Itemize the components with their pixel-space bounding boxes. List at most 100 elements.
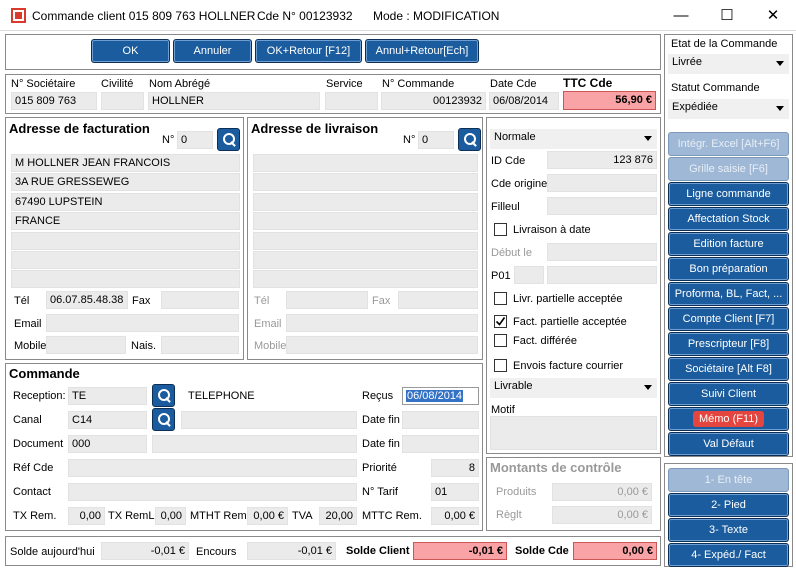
filleul-field[interactable]	[547, 197, 657, 215]
billing-address-line[interactable]: M HOLLNER JEAN FRANCOIS	[11, 154, 240, 172]
edition-facture-button[interactable]: Edition facture	[668, 232, 789, 256]
delivery-address-line[interactable]	[253, 251, 478, 269]
service-field[interactable]	[325, 92, 378, 110]
minimize-icon[interactable]: —	[658, 0, 704, 31]
origine-field[interactable]	[547, 174, 657, 192]
factpart-checkbox[interactable]	[494, 315, 507, 328]
contact-field[interactable]	[68, 483, 357, 501]
priorite-field[interactable]: 8	[431, 459, 479, 477]
billing-address-line[interactable]	[11, 270, 240, 289]
close-icon[interactable]: ✕	[750, 0, 796, 31]
statut-dropdown[interactable]: Expédiée	[668, 99, 789, 119]
document-field[interactable]: 000	[68, 435, 147, 453]
nom-field[interactable]: HOLLNER	[148, 92, 320, 110]
delivery-address-line[interactable]	[253, 270, 478, 289]
livrable-dropdown[interactable]: Livrable	[490, 378, 657, 398]
prescripteur-button[interactable]: Prescripteur [F8]	[668, 332, 789, 356]
delivery-address-line[interactable]	[253, 192, 478, 211]
billing-fax-field[interactable]	[161, 291, 239, 309]
cancel-return-button[interactable]: Annul+Retour[Ech]	[365, 39, 479, 63]
delivery-address-line[interactable]	[253, 231, 478, 250]
type-value: Normale	[494, 131, 536, 143]
tarif-field[interactable]: 01	[431, 483, 479, 501]
civilite-field[interactable]	[101, 92, 144, 110]
delivery-mobile-label: Mobile	[254, 340, 287, 352]
recus-field[interactable]: 06/08/2014	[402, 387, 479, 405]
billing-search-icon[interactable]	[217, 128, 240, 151]
billing-tel-label: Tél	[14, 295, 30, 307]
datefin2-field[interactable]	[402, 435, 479, 453]
produits-label: Produits	[496, 486, 537, 498]
val-defaut-button[interactable]: Val Défaut	[668, 432, 789, 456]
reception-search-icon[interactable]	[152, 384, 175, 407]
document-desc-field[interactable]	[152, 435, 357, 453]
billing-address-line[interactable]: 3A RUE GRESSEWEG	[11, 173, 240, 192]
billing-address-line[interactable]	[11, 251, 240, 269]
proforma-button[interactable]: Proforma, BL, Fact, ...	[668, 282, 789, 306]
delivery-address-line[interactable]	[253, 154, 478, 172]
billing-tel-field[interactable]: 06.07.85.48.38	[46, 291, 128, 309]
debut-field[interactable]	[547, 243, 657, 261]
txrem-field[interactable]: 0,00	[68, 507, 105, 525]
delivery-no-field[interactable]: 0	[418, 131, 454, 149]
txreml-field[interactable]: 0,00	[155, 507, 186, 525]
affectation-stock-button[interactable]: Affectation Stock	[668, 207, 789, 231]
delivery-fax-field[interactable]	[398, 291, 478, 309]
maximize-icon[interactable]: ☐	[704, 0, 750, 31]
tab-en-tete[interactable]: 1- En tête	[668, 468, 789, 492]
delivery-search-icon[interactable]	[458, 128, 481, 151]
livdate-checkbox[interactable]	[494, 223, 507, 236]
etat-dropdown[interactable]: Livrée	[668, 54, 789, 74]
factdiff-checkbox[interactable]	[494, 334, 507, 347]
envois-checkbox[interactable]	[494, 359, 507, 372]
billing-email-field[interactable]	[46, 314, 239, 332]
motif-field[interactable]	[490, 416, 657, 450]
ok-button[interactable]: OK	[91, 39, 170, 63]
excel-import-button[interactable]: Intégr. Excel [Alt+F6]	[668, 132, 789, 156]
p01-field-b[interactable]	[547, 266, 657, 284]
reception-field[interactable]: TE	[68, 387, 147, 405]
priorite-label: Priorité	[362, 462, 397, 474]
billing-nais-field[interactable]	[161, 336, 239, 354]
refcde-field[interactable]	[68, 459, 357, 477]
bon-preparation-button[interactable]: Bon préparation	[668, 257, 789, 281]
suivi-client-button[interactable]: Suivi Client	[668, 382, 789, 406]
tab-texte[interactable]: 3- Texte	[668, 518, 789, 542]
order-title: Commande	[9, 366, 80, 381]
type-dropdown[interactable]: Normale	[490, 129, 657, 149]
billing-address-line[interactable]: FRANCE	[11, 212, 240, 231]
mttc-field[interactable]: 0,00 €	[431, 507, 479, 525]
delivery-tel-field[interactable]	[286, 291, 368, 309]
tab-exped-fact[interactable]: 4- Expéd./ Fact	[668, 543, 789, 567]
ligne-commande-button[interactable]: Ligne commande	[668, 182, 789, 206]
delivery-address-line[interactable]	[253, 212, 478, 231]
livpart-checkbox[interactable]	[494, 292, 507, 305]
datecde-field[interactable]: 06/08/2014	[489, 92, 559, 110]
datefin1-field[interactable]	[402, 411, 479, 429]
mtht-field[interactable]: 0,00 €	[247, 507, 288, 525]
billing-no-field[interactable]: 0	[177, 131, 213, 149]
grille-saisie-button[interactable]: Grille saisie [F6]	[668, 157, 789, 181]
delivery-email-field[interactable]	[286, 314, 478, 332]
canal-desc-field[interactable]	[181, 411, 357, 429]
delivery-no-label: N°	[403, 134, 416, 146]
billing-address-line[interactable]: 67490 LUPSTEIN	[11, 192, 240, 211]
delivery-mobile-field[interactable]	[286, 336, 478, 354]
chevron-down-icon	[776, 61, 784, 66]
cancel-button[interactable]: Annuler	[173, 39, 252, 63]
ok-return-button[interactable]: OK+Retour [F12]	[255, 39, 362, 63]
ncde-field[interactable]: 00123932	[381, 92, 486, 110]
societaire-button[interactable]: Sociétaire [Alt F8]	[668, 357, 789, 381]
canal-search-icon[interactable]	[152, 408, 175, 431]
billing-address-line[interactable]	[11, 231, 240, 250]
tab-pied[interactable]: 2- Pied	[668, 493, 789, 517]
p01-field-a[interactable]	[514, 266, 544, 284]
tva-field[interactable]: 20,00	[319, 507, 357, 525]
memo-button[interactable]: Mémo (F11)	[668, 407, 789, 431]
delivery-address-line[interactable]	[253, 173, 478, 192]
canal-field[interactable]: C14	[68, 411, 147, 429]
compte-client-button[interactable]: Compte Client [F7]	[668, 307, 789, 331]
idcde-field[interactable]: 123 876	[547, 151, 657, 169]
societaire-field[interactable]: 015 809 763	[11, 92, 97, 110]
billing-mobile-field[interactable]	[46, 336, 126, 354]
